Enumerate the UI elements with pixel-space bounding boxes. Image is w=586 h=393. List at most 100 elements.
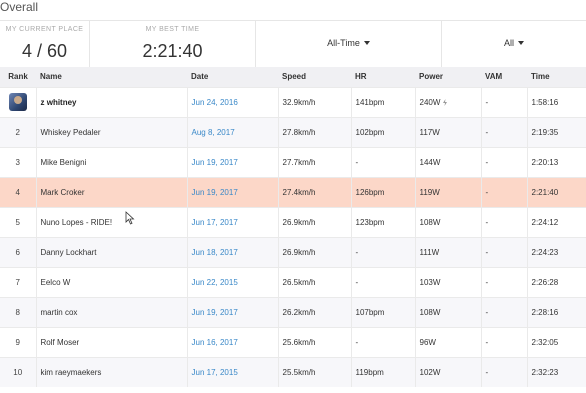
rank-value: 5 [15,217,20,227]
hr-value: 107bpm [355,307,385,317]
cell-name[interactable]: Nuno Lopes - RIDE! [35,207,187,237]
cell-name[interactable]: Eelco W [35,267,187,297]
power-value: 111W [419,247,440,257]
cell-date[interactable]: Jun 24, 2016 [186,87,278,117]
cell-date[interactable]: Jun 19, 2017 [186,177,278,207]
time-value: 2:32:23 [531,367,559,377]
time-value: 1:58:16 [531,97,559,107]
header-vam[interactable]: VAM [481,67,527,87]
cell-vam: - [480,117,527,147]
rank-value: 8 [15,307,20,317]
vam-value: - [485,217,489,227]
vam-value: - [485,277,489,287]
power-value: 108W [419,307,441,317]
cell-date[interactable]: Jun 19, 2017 [186,147,278,177]
current-place-label: MY CURRENT PLACE [5,26,84,33]
time-value: 2:24:12 [531,217,559,227]
avatar[interactable] [8,93,27,111]
cell-date[interactable]: Jun 17, 2017 [186,207,278,237]
table-row[interactable]: 3 Mike Benigni Jun 19, 2017 27.7km/h - 144W - 2… [0,147,586,177]
hr-value: - [355,277,359,287]
cell-date[interactable]: Jun 22, 2015 [186,267,278,297]
name-value: Rolf Moser [40,337,80,347]
time-value: 2:28:16 [531,307,559,317]
group-filter-dropdown[interactable]: All [442,21,586,67]
header-name[interactable]: Name [36,67,187,87]
power-value: 103W [419,277,441,287]
time-value: 2:19:35 [531,127,559,137]
cell-name[interactable]: Mark Croker [35,177,187,207]
power-value: 119W [419,187,440,197]
cell-power: 117W [414,117,481,147]
header-power[interactable]: Power [415,67,481,87]
table-row[interactable]: 2 Whiskey Pedaler Aug 8, 2017 27.8km/h 102bp… [0,117,586,147]
cell-date[interactable]: Jun 16, 2017 [186,327,278,357]
cell-date[interactable]: Jun 19, 2017 [186,297,278,327]
hr-value: 141bpm [355,97,385,107]
cell-rank: 4 [0,177,36,207]
speed-value: 25.5km/h [282,367,316,377]
hr-value: 102bpm [355,127,385,137]
header-time[interactable]: Time [527,67,586,87]
cell-speed: 27.8km/h [277,117,351,147]
cell-speed: 26.2km/h [277,297,351,327]
header-hr[interactable]: HR [351,67,415,87]
cell-date[interactable]: Jun 18, 2017 [186,237,278,267]
cell-power: 96W [414,327,481,357]
speed-value: 26.2km/h [282,307,316,317]
header-date[interactable]: Date [187,67,278,87]
cell-vam: - [480,357,527,387]
hr-value: - [355,157,359,167]
cell-vam: - [480,207,527,237]
cell-rank [0,87,36,117]
rank-value: 6 [15,247,20,257]
cell-hr: 102bpm [350,117,415,147]
cell-name[interactable]: martin cox [35,297,187,327]
cell-name[interactable]: Whiskey Pedaler [35,117,187,147]
cell-power: 240W [414,87,481,117]
vam-value: - [485,337,489,347]
table-row[interactable]: 4 Mark Croker Jun 19, 2017 27.4km/h 126bpm 11… [0,177,586,207]
cell-vam: - [480,177,527,207]
caret-down-icon [518,41,524,45]
best-time-value: 2:21:40 [142,41,203,61]
power-value: 144W [419,157,441,167]
header-speed[interactable]: Speed [278,67,351,87]
caret-down-icon [363,41,370,45]
cell-time: 1:58:16 [526,87,586,117]
stats-bar: MY CURRENT PLACE 4 / 60 MY BEST TIME 2:2… [0,20,586,67]
table-row[interactable]: 9 Rolf Moser Jun 16, 2017 25.6km/h - 96W - 2:32… [0,327,586,357]
cell-rank: 7 [0,267,36,297]
cell-speed: 27.7km/h [277,147,351,177]
table-row[interactable]: 10 kim raeymaekers Jun 17, 2015 25.5km/h 119… [0,357,586,387]
table-row[interactable]: 5 Nuno Lopes - RIDE! Jun 17, 2017 26.9km/h 1… [0,207,586,237]
cell-date[interactable]: Jun 17, 2015 [186,357,278,387]
date-value: Aug 8, 2017 [191,127,235,137]
vam-value: - [485,247,489,257]
speed-value: 27.4km/h [282,187,316,197]
cell-name[interactable]: Rolf Moser [35,327,187,357]
cell-power: 119W [414,177,481,207]
time-range-dropdown[interactable]: All-Time [256,21,442,67]
table-row[interactable]: 8 martin cox Jun 19, 2017 26.2km/h 107bpm 108… [0,297,586,327]
vam-value: - [485,187,489,197]
power-value: 102W [419,367,441,377]
cell-name[interactable]: kim raeymaekers [35,357,187,387]
table-row[interactable]: 7 Eelco W Jun 22, 2015 26.5km/h - 103W - 2:26:2… [0,267,586,297]
cell-name[interactable]: Mike Benigni [35,147,187,177]
cell-hr: - [350,267,415,297]
cell-hr: 119bpm [350,357,415,387]
cell-date[interactable]: Aug 8, 2017 [186,117,278,147]
table-header-row: Rank Name Date Speed HR Power VAM Time [0,67,586,87]
cell-time: 2:26:28 [526,267,586,297]
cell-time: 2:19:35 [526,117,586,147]
hr-value: 119bpm [355,367,384,377]
name-value: Eelco W [40,277,71,287]
cell-name[interactable]: Danny Lockhart [35,237,187,267]
rank-value: 3 [15,157,20,167]
cell-name[interactable]: z whitney [35,87,187,117]
table-row[interactable]: z whitney Jun 24, 2016 32.9km/h 141bpm 240W -… [0,87,586,117]
table-row[interactable]: 6 Danny Lockhart Jun 18, 2017 26.9km/h - 111W… [0,237,586,267]
header-rank[interactable]: Rank [0,67,36,87]
power-value: 117W [419,127,440,137]
